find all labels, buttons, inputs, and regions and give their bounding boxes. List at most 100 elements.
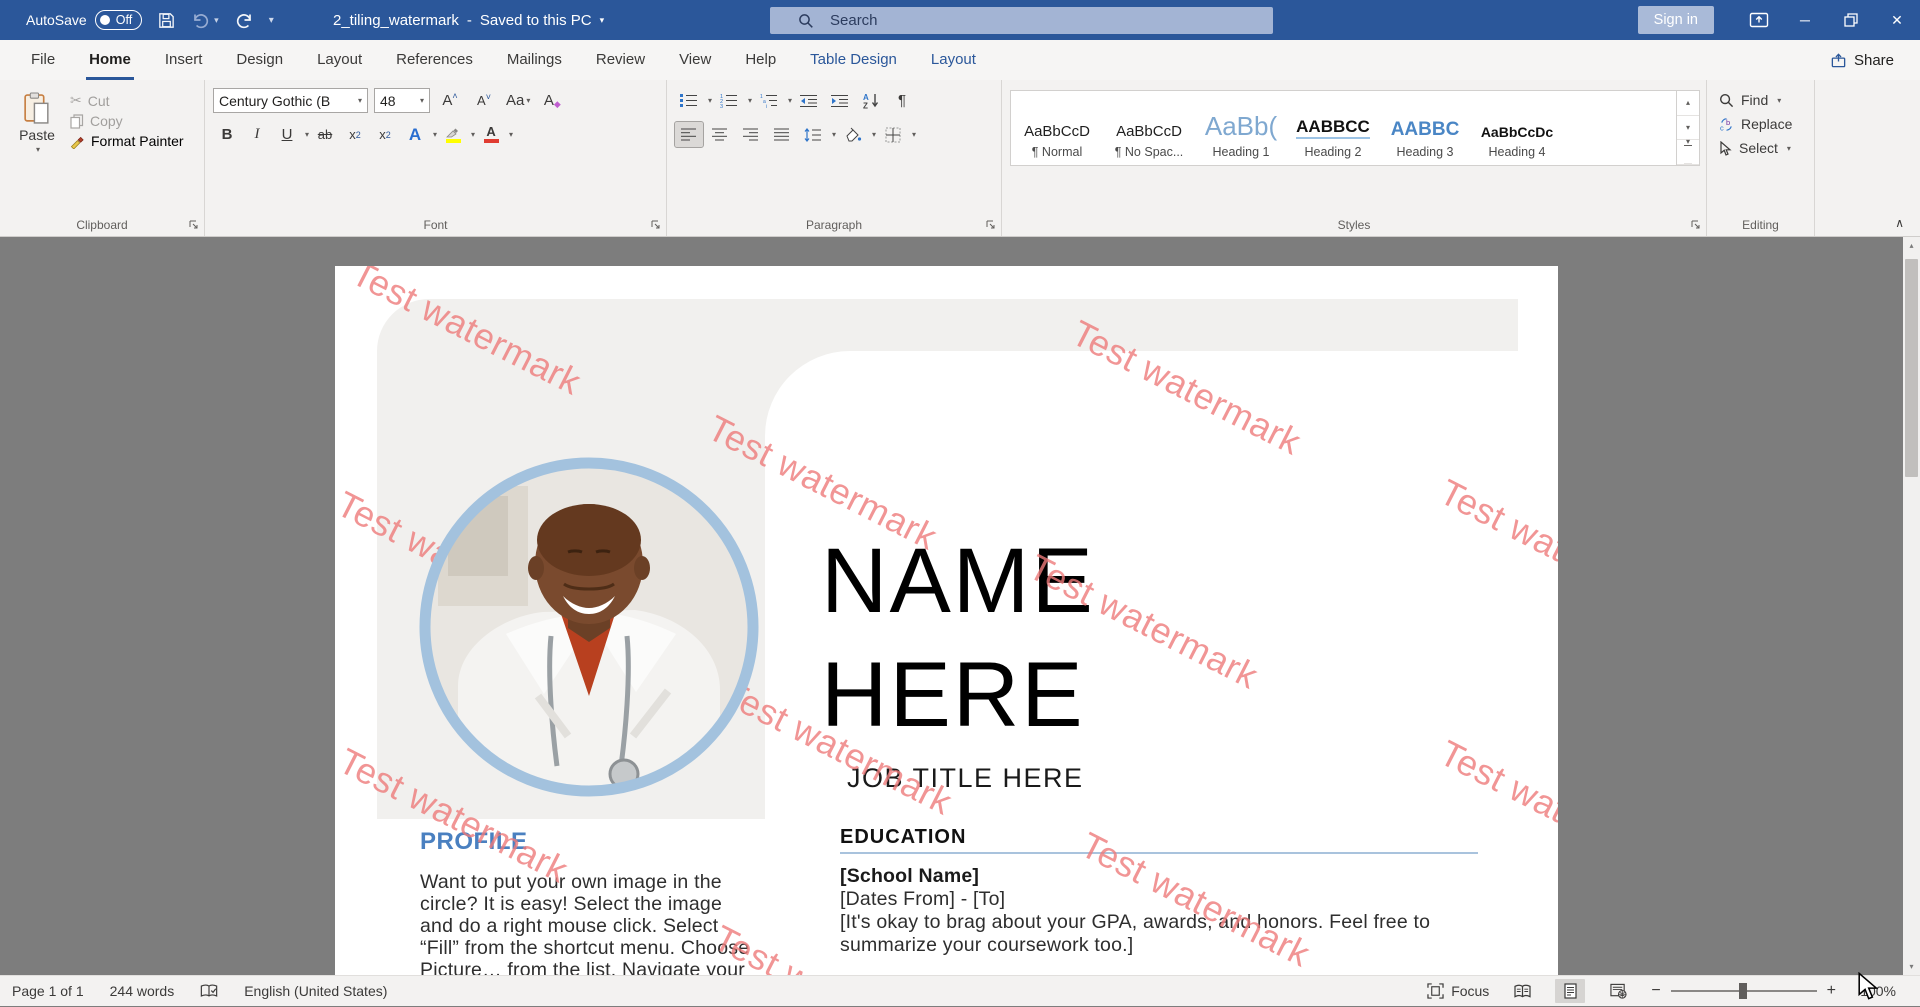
zoom-slider[interactable]: − + bbox=[1651, 982, 1836, 1000]
focus-button[interactable]: Focus bbox=[1427, 983, 1489, 999]
format-painter-button[interactable]: Format Painter bbox=[70, 133, 184, 149]
save-icon[interactable] bbox=[157, 11, 176, 30]
align-right-button[interactable] bbox=[737, 122, 765, 147]
show-paragraph-marks-button[interactable]: ¶ bbox=[888, 88, 916, 113]
grow-font-button[interactable]: A˄ bbox=[436, 88, 464, 113]
paste-button[interactable]: Paste ▾ bbox=[8, 88, 66, 154]
tab-layout[interactable]: Layout bbox=[914, 40, 993, 80]
zoom-slider-thumb[interactable] bbox=[1739, 983, 1747, 999]
multilevel-list-caret-icon[interactable]: ▾ bbox=[788, 96, 792, 105]
tab-layout[interactable]: Layout bbox=[300, 40, 379, 80]
bullets-caret-icon[interactable]: ▾ bbox=[708, 96, 712, 105]
styles-dialog-launcher-icon[interactable] bbox=[1691, 220, 1701, 230]
scrollbar-thumb[interactable] bbox=[1905, 259, 1918, 477]
style-heading-3[interactable]: AABBCHeading 3 bbox=[1379, 91, 1471, 165]
multilevel-list-button[interactable]: 1ai bbox=[755, 88, 783, 113]
page-status[interactable]: Page 1 of 1 bbox=[12, 983, 84, 999]
minimize-button[interactable]: ─ bbox=[1782, 0, 1828, 40]
profile-heading[interactable]: PROFILE bbox=[420, 828, 528, 856]
tab-mailings[interactable]: Mailings bbox=[490, 40, 579, 80]
clipboard-dialog-launcher-icon[interactable] bbox=[189, 220, 199, 230]
job-title[interactable]: JOB TITLE HERE bbox=[847, 763, 1084, 794]
style-no-spac[interactable]: AaBbCcD¶ No Spac... bbox=[1103, 91, 1195, 165]
share-button[interactable]: Share bbox=[1830, 40, 1894, 80]
shrink-font-button[interactable]: A˅ bbox=[470, 88, 498, 113]
borders-button[interactable] bbox=[879, 122, 907, 147]
restore-button[interactable] bbox=[1828, 0, 1874, 40]
select-button[interactable]: Select ▾ bbox=[1719, 136, 1808, 160]
change-case-button[interactable]: Aa▾ bbox=[504, 88, 532, 113]
text-effects-button[interactable]: A bbox=[401, 122, 429, 147]
scroll-up-icon[interactable]: ▴ bbox=[1903, 237, 1920, 254]
zoom-level[interactable]: 100% bbox=[1854, 983, 1896, 999]
ribbon-display-options-icon[interactable] bbox=[1736, 0, 1782, 40]
styles-more-icon[interactable]: ▾ bbox=[1677, 140, 1699, 165]
collapse-ribbon-icon[interactable]: ∧ bbox=[1895, 216, 1904, 230]
tab-file[interactable]: File bbox=[14, 40, 72, 80]
word-count[interactable]: 244 words bbox=[110, 983, 175, 999]
align-center-button[interactable] bbox=[706, 122, 734, 147]
justify-button[interactable] bbox=[768, 122, 796, 147]
font-name-select[interactable]: Century Gothic (B ▾ bbox=[213, 88, 368, 113]
style-normal[interactable]: AaBbCcD¶ Normal bbox=[1011, 91, 1103, 165]
superscript-button[interactable]: x2 bbox=[371, 122, 399, 147]
education-heading[interactable]: EDUCATION bbox=[840, 826, 966, 849]
increase-indent-button[interactable] bbox=[826, 88, 854, 113]
style-heading-1[interactable]: AaBb(Heading 1 bbox=[1195, 91, 1287, 165]
tab-design[interactable]: Design bbox=[219, 40, 300, 80]
align-left-button[interactable] bbox=[675, 122, 703, 147]
profile-body[interactable]: Want to put your own image in thecircle?… bbox=[420, 871, 765, 975]
decrease-indent-button[interactable] bbox=[795, 88, 823, 113]
close-button[interactable]: ✕ bbox=[1874, 0, 1920, 40]
clear-formatting-button[interactable]: A◆ bbox=[538, 88, 566, 113]
bullets-button[interactable] bbox=[675, 88, 703, 113]
tab-table-design[interactable]: Table Design bbox=[793, 40, 914, 80]
scroll-down-icon[interactable]: ▾ bbox=[1903, 958, 1920, 975]
line-spacing-button[interactable] bbox=[799, 122, 827, 147]
line-spacing-caret-icon[interactable]: ▾ bbox=[832, 130, 836, 139]
underline-button[interactable]: U bbox=[273, 122, 301, 147]
sign-in-button[interactable]: Sign in bbox=[1638, 6, 1714, 34]
style-heading-4[interactable]: AaBbCcDcHeading 4 bbox=[1471, 91, 1563, 165]
vertical-scrollbar[interactable]: ▴ ▾ bbox=[1903, 237, 1920, 975]
read-mode-button[interactable] bbox=[1507, 979, 1537, 1003]
font-color-caret-icon[interactable]: ▾ bbox=[509, 130, 513, 139]
tab-references[interactable]: References bbox=[379, 40, 490, 80]
styles-scroll-up-icon[interactable]: ▴ bbox=[1677, 91, 1699, 116]
print-layout-button[interactable] bbox=[1555, 979, 1585, 1003]
sort-button[interactable]: AZ bbox=[857, 88, 885, 113]
shading-button[interactable] bbox=[839, 122, 867, 147]
font-color-button[interactable]: A bbox=[477, 122, 505, 147]
replace-button[interactable]: bc Replace bbox=[1719, 112, 1808, 136]
numbering-caret-icon[interactable]: ▾ bbox=[748, 96, 752, 105]
highlight-button[interactable] bbox=[439, 122, 467, 147]
font-dialog-launcher-icon[interactable] bbox=[651, 220, 661, 230]
autosave-toggle[interactable]: AutoSave Off bbox=[26, 10, 142, 30]
zoom-in-icon[interactable]: + bbox=[1827, 982, 1836, 1000]
quick-access-toolbar-caret-icon[interactable]: ▾ bbox=[269, 15, 274, 26]
zoom-out-icon[interactable]: − bbox=[1651, 982, 1660, 1000]
zoom-slider-track[interactable] bbox=[1671, 990, 1817, 992]
paragraph-dialog-launcher-icon[interactable] bbox=[986, 220, 996, 230]
search-box[interactable]: Search bbox=[770, 7, 1273, 34]
font-size-select[interactable]: 48 ▾ bbox=[374, 88, 430, 113]
web-layout-button[interactable] bbox=[1603, 979, 1633, 1003]
tab-help[interactable]: Help bbox=[728, 40, 793, 80]
tab-review[interactable]: Review bbox=[579, 40, 662, 80]
italic-button[interactable]: I bbox=[243, 122, 271, 147]
bold-button[interactable]: B bbox=[213, 122, 241, 147]
text-effects-caret-icon[interactable]: ▾ bbox=[433, 130, 437, 139]
tab-view[interactable]: View bbox=[662, 40, 728, 80]
name-heading[interactable]: NAME HERE bbox=[821, 524, 1095, 752]
numbering-button[interactable]: 123 bbox=[715, 88, 743, 113]
underline-caret-icon[interactable]: ▾ bbox=[305, 130, 309, 139]
document-title[interactable]: 2_tiling_watermark - Saved to this PC ▾ bbox=[333, 0, 604, 40]
strikethrough-button[interactable]: ab bbox=[311, 122, 339, 147]
tab-insert[interactable]: Insert bbox=[148, 40, 220, 80]
education-body[interactable]: [School Name] [Dates From] - [To] [It's … bbox=[840, 865, 1430, 957]
document-page[interactable]: NAME HERE JOB TITLE HERE EDUCATION [Scho… bbox=[335, 266, 1558, 975]
tab-home[interactable]: Home bbox=[72, 40, 148, 80]
language-status[interactable]: English (United States) bbox=[244, 983, 387, 999]
find-button[interactable]: Find ▾ bbox=[1719, 88, 1808, 112]
proofing-icon[interactable] bbox=[200, 983, 218, 999]
